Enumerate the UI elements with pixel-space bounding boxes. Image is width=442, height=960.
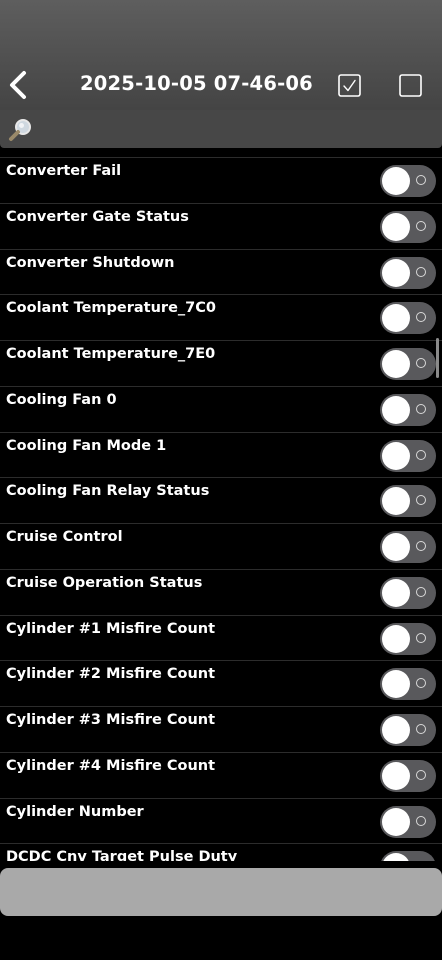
list-item-label: Coolant Temperature_7C0 xyxy=(6,300,216,317)
toggle-switch[interactable] xyxy=(380,348,436,380)
list-item: Cooling Fan 0 xyxy=(0,385,442,432)
scrollbar[interactable] xyxy=(436,338,439,378)
list-item-label: Cooling Fan 0 xyxy=(6,391,117,408)
toggle-knob xyxy=(382,487,410,516)
list-item-label: Cylinder #3 Misfire Count xyxy=(6,712,216,728)
toggle-switch[interactable] xyxy=(380,851,436,861)
list-item-label: Cylinder #2 Misfire Count xyxy=(6,666,216,683)
empty-box-icon[interactable] xyxy=(399,74,422,97)
list-item-label: Cruise Control xyxy=(6,529,123,545)
toggle-switch[interactable] xyxy=(380,256,436,289)
off-indicator-icon xyxy=(416,358,426,368)
list-item: Cylinder Number xyxy=(0,797,442,844)
search-bar xyxy=(0,110,442,148)
page-title: 2025-10-05 07-46-06 xyxy=(80,72,313,95)
toggle-knob xyxy=(382,533,410,561)
off-indicator-icon xyxy=(416,815,426,826)
toggle-switch[interactable] xyxy=(380,805,436,838)
off-indicator-icon xyxy=(416,312,426,323)
off-indicator-icon xyxy=(416,586,426,597)
list-item-label: Cruise Operation Status xyxy=(6,574,203,591)
header-bar: 2025-10-05 07-46-06 xyxy=(0,0,442,110)
off-indicator-icon xyxy=(416,175,426,185)
toggle-switch[interactable] xyxy=(380,485,436,518)
list-item-label: Cooling Fan Mode 1 xyxy=(6,437,167,454)
toggle-knob xyxy=(382,258,410,287)
off-indicator-icon xyxy=(416,632,426,643)
off-indicator-icon xyxy=(416,495,426,506)
toggle-switch[interactable] xyxy=(380,393,436,426)
toggle-switch[interactable] xyxy=(380,531,436,563)
off-indicator-icon xyxy=(416,220,426,231)
off-indicator-icon xyxy=(416,449,426,460)
toggle-switch[interactable] xyxy=(380,759,436,792)
list-item: Cruise Control xyxy=(0,523,442,569)
list-item-label: Cooling Fan Relay Status xyxy=(6,483,210,500)
toggle-knob xyxy=(382,716,410,744)
list-item: Converter Fail xyxy=(0,157,442,203)
list-item: Cruise Operation Status xyxy=(0,568,442,615)
off-indicator-icon xyxy=(416,769,426,780)
signal-list[interactable]: Converter Fail Converter Gate Status Conve… xyxy=(0,157,442,861)
toggle-knob xyxy=(382,395,410,424)
list-item-label: DCDC Cnv Target Pulse Duty xyxy=(6,849,238,861)
list-item: Cooling Fan Mode 1 xyxy=(0,431,442,478)
list-item: Cylinder #3 Misfire Count xyxy=(0,706,442,752)
toggle-switch[interactable] xyxy=(380,210,436,243)
toggle-knob xyxy=(382,212,410,241)
toggle-knob xyxy=(382,167,410,195)
toggle-switch[interactable] xyxy=(380,439,436,472)
toggle-knob xyxy=(382,624,410,653)
toggle-knob xyxy=(382,304,410,333)
list-item-label: Cylinder #1 Misfire Count xyxy=(6,620,216,637)
list-item: Coolant Temperature_7E0 xyxy=(0,340,442,386)
list-item: Cylinder #2 Misfire Count xyxy=(0,660,442,706)
list-item-label: Converter Gate Status xyxy=(6,208,189,225)
toggle-knob xyxy=(382,350,410,378)
toggle-knob xyxy=(382,853,410,861)
toggle-switch[interactable] xyxy=(380,165,436,197)
list-item-label: Converter Shutdown xyxy=(6,254,175,271)
off-indicator-icon xyxy=(416,724,426,734)
list-item: DCDC Cnv Target Pulse Duty xyxy=(0,843,442,861)
search-input[interactable] xyxy=(40,115,439,145)
list-item-label: Cylinder Number xyxy=(6,803,144,820)
off-indicator-icon xyxy=(416,403,426,414)
list-item-label: Coolant Temperature_7E0 xyxy=(6,346,216,362)
toggle-knob xyxy=(382,670,410,699)
off-indicator-icon xyxy=(416,541,426,551)
checked-box-icon[interactable] xyxy=(338,74,361,97)
toggle-knob xyxy=(382,807,410,836)
list-item-label: Converter Fail xyxy=(6,163,122,179)
magnifier-icon xyxy=(9,119,31,141)
toggle-knob xyxy=(382,578,410,607)
toggle-switch[interactable] xyxy=(380,668,436,701)
chevron-left-icon[interactable] xyxy=(6,70,32,100)
list-item: Coolant Temperature_7C0 xyxy=(0,294,442,340)
list-item: Converter Gate Status xyxy=(0,202,442,249)
toggle-knob xyxy=(382,761,410,790)
toggle-switch[interactable] xyxy=(380,622,436,655)
toggle-switch[interactable] xyxy=(380,576,436,609)
toggle-switch[interactable] xyxy=(380,302,436,335)
action-button[interactable] xyxy=(0,868,442,916)
toggle-switch[interactable] xyxy=(380,714,436,746)
list-item: Cylinder #1 Misfire Count xyxy=(0,614,442,661)
list-item: Converter Shutdown xyxy=(0,248,442,295)
toggle-knob xyxy=(382,441,410,470)
off-indicator-icon xyxy=(416,266,426,277)
off-indicator-icon xyxy=(416,678,426,689)
list-item-label: Cylinder #4 Misfire Count xyxy=(6,757,216,774)
list-item: Cylinder #4 Misfire Count xyxy=(0,751,442,798)
list-item: Cooling Fan Relay Status xyxy=(0,477,442,523)
